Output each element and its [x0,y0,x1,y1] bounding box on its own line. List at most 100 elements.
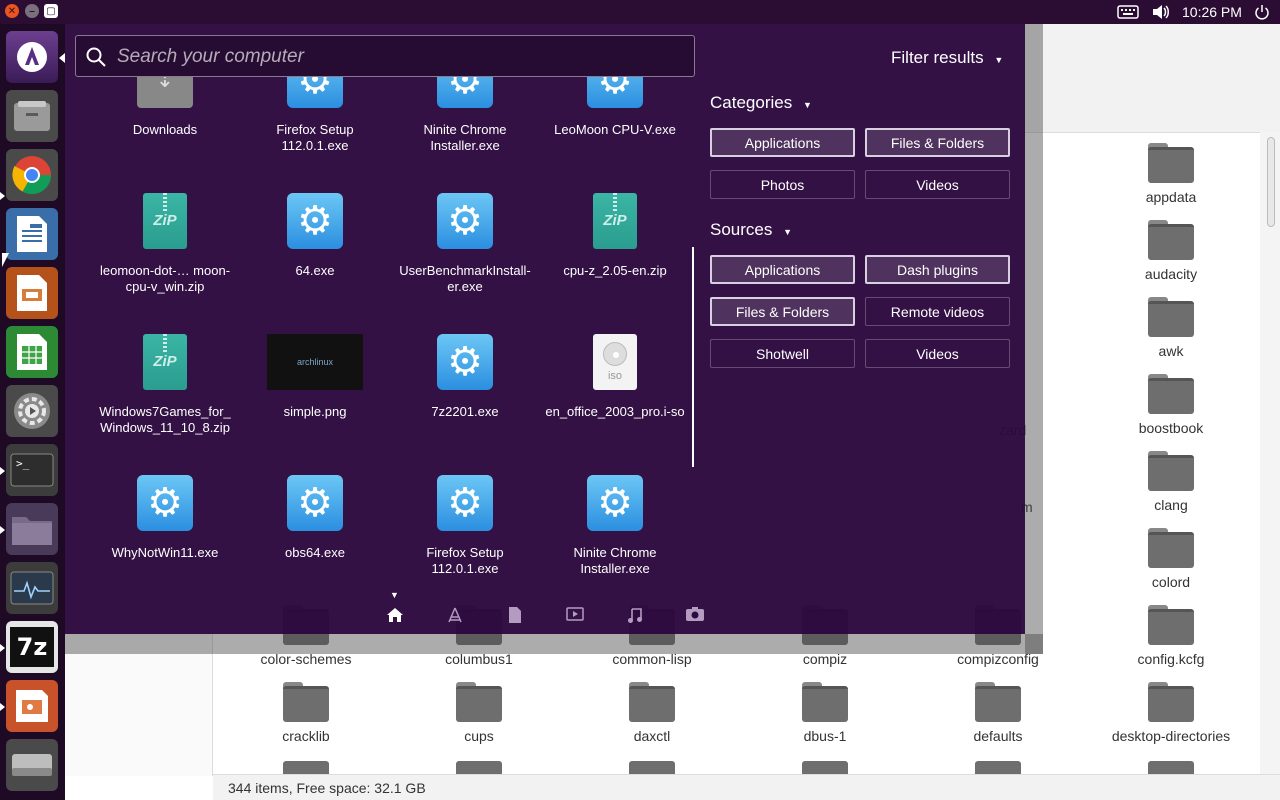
chrome-icon [12,156,52,195]
folder-item[interactable]: cups [404,682,554,744]
categories-label: Categories [710,93,793,112]
search-input[interactable]: Search your computer [75,35,695,77]
presentation-button[interactable] [6,680,58,732]
keyboard-icon[interactable] [1117,0,1139,24]
lens-bar [65,596,705,634]
folder-icon [975,682,1021,722]
folder-item[interactable]: config.kcfg [1096,605,1246,667]
exe-gear-icon: ⚙ [587,77,643,108]
system-monitor-button[interactable] [6,562,58,614]
filter-category-files-folders[interactable]: Files & Folders [865,128,1010,157]
folder-button[interactable] [6,503,58,555]
categories-header[interactable]: Categories ▼ [710,93,812,113]
folder-icon [456,682,502,722]
folder-item[interactable]: colord [1096,528,1246,590]
result-item[interactable]: ⚙ Firefox Setup 112.0.1.exe [240,77,390,154]
file-manager-scrollbar[interactable] [1260,132,1280,774]
settings-button[interactable] [6,385,58,437]
power-icon[interactable] [1254,0,1270,24]
folder-item[interactable]: boostbook [1096,374,1246,436]
files-button[interactable] [6,90,58,142]
result-item[interactable]: ⚙ Ninite Chrome Installer.exe [540,475,690,577]
terminal-button[interactable]: >_ [6,444,58,496]
folder-label: desktop-directories [1111,728,1231,744]
impress-button[interactable] [6,267,58,319]
clock[interactable]: 10:26 PM [1182,0,1242,24]
folder-label: cracklib [282,728,330,744]
result-item[interactable]: iso en_office_2003_pro.i-so [540,334,690,420]
result-item[interactable]: ⚙ 7z2201.exe [390,334,540,420]
result-item[interactable]: ZiP Windows7Games_for_Windows_11_10_8.zi… [90,334,240,436]
minimize-window-icon[interactable]: – [25,4,39,18]
dash-home-button[interactable] [6,31,58,83]
folder-item[interactable]: desktop-directories [1096,682,1246,744]
result-label: WhyNotWin11.exe [111,545,219,560]
maximize-window-icon[interactable]: ▢ [44,4,58,18]
exe-gear-icon: ⚙ [287,475,343,531]
result-item[interactable]: ⇣ Downloads [90,77,240,138]
video-lens-icon[interactable] [565,606,585,626]
zip-file-icon: ZiP [143,334,187,390]
libreoffice-calc-icon [17,334,47,370]
writer-button[interactable] [6,208,58,260]
result-item[interactable]: ⚙ LeoMoon CPU-V.exe [540,77,690,138]
filter-category-applications[interactable]: Applications [710,128,855,157]
exe-gear-icon: ⚙ [437,475,493,531]
scrollbar-thumb[interactable] [1267,137,1275,227]
result-item[interactable]: ⚙ WhyNotWin11.exe [90,475,240,561]
filter-source-applications[interactable]: Applications [710,255,855,284]
folder-item[interactable]: audacity [1096,220,1246,282]
close-window-icon[interactable]: ✕ [5,4,19,18]
folder-label: config.kcfg [1137,651,1205,667]
result-label: obs64.exe [285,545,345,560]
folder-item[interactable]: defaults [923,682,1073,744]
files-lens-icon[interactable] [505,606,525,626]
result-label: UserBenchmarkInstall-er.exe [399,263,531,294]
chrome-button[interactable] [6,149,58,201]
ubuntu-dash-icon [17,42,47,72]
applications-lens-icon[interactable] [445,606,465,626]
calc-button[interactable] [6,326,58,378]
photos-lens-icon[interactable] [685,606,705,626]
folder-item[interactable]: cracklib [231,682,381,744]
home-lens-icon[interactable] [385,606,405,626]
folder-item[interactable]: awk [1096,297,1246,359]
results-scroll-indicator[interactable] [692,247,694,467]
folder-item[interactable]: daxctl [577,682,727,744]
volume-icon[interactable] [1152,0,1170,24]
7zip-button[interactable]: 7z [6,621,58,673]
filter-source-shotwell[interactable]: Shotwell [710,339,855,368]
libreoffice-impress-icon [17,275,47,311]
drive-button[interactable] [6,739,58,791]
result-label: Firefox Setup 112.0.1.exe [276,122,354,153]
folder-item[interactable]: dbus-1 [750,682,900,744]
running-indicator-icon [0,703,5,711]
filter-source-dash-plugins[interactable]: Dash plugins [865,255,1010,284]
zip-file-icon: ZiP [143,193,187,249]
result-item[interactable]: ZiP leomoon-dot-… moon-cpu-v_win.zip [90,193,240,295]
filter-source-files-folders[interactable]: Files & Folders [710,297,855,326]
result-item[interactable]: archlinux simple.png [240,334,390,420]
filter-source-videos[interactable]: Videos [865,339,1010,368]
result-label: 64.exe [295,263,335,278]
result-item[interactable]: ZiP cpu-z_2.05-en.zip [540,193,690,279]
dash-shadow [65,634,1043,654]
folder-label: awk [1158,343,1184,359]
filter-results-toggle[interactable]: Filter results ▼ [891,48,1003,68]
result-item[interactable]: ⚙ UserBenchmarkInstall-er.exe [390,193,540,295]
filter-source-remote-videos[interactable]: Remote videos [865,297,1010,326]
result-item[interactable]: ⚙ 64.exe [240,193,390,279]
folder-item[interactable]: clang [1096,451,1246,513]
folder-label: defaults [973,728,1023,744]
filter-category-photos[interactable]: Photos [710,170,855,199]
music-lens-icon[interactable] [625,606,645,626]
filter-category-videos[interactable]: Videos [865,170,1010,199]
result-item[interactable]: ⚙ Firefox Setup 112.0.1.exe [390,475,540,577]
status-bar: 344 items, Free space: 32.1 GB [213,774,1280,800]
folder-label: audacity [1144,266,1198,282]
dropdown-arrow-icon: ▼ [783,227,793,237]
result-item[interactable]: ⚙ Ninite Chrome Installer.exe [390,77,540,154]
folder-item[interactable]: appdata [1096,143,1246,205]
result-item[interactable]: ⚙ obs64.exe [240,475,390,561]
sources-header[interactable]: Sources ▼ [710,220,792,240]
